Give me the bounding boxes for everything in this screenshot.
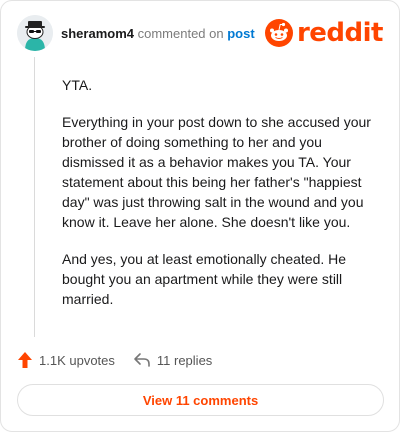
upvote-count: 1.1K upvotes (39, 352, 115, 368)
thread-line (34, 57, 35, 337)
comment-actions: 1.1K upvotes 11 replies (17, 349, 230, 371)
comment-paragraph: And yes, you at least emotionally cheate… (62, 251, 347, 307)
comment-paragraph: Everything in your post down to she accu… (62, 114, 371, 230)
reddit-logo-text: reddit (296, 18, 384, 48)
byline-text: commented on (137, 26, 224, 41)
post-link[interactable]: post (227, 26, 254, 41)
username-link[interactable]: sheramom4 (61, 26, 134, 41)
reddit-logo-icon (264, 19, 293, 47)
comment-paragraph: YTA. (62, 77, 93, 93)
view-comments-button[interactable]: View 11 comments (17, 384, 384, 416)
reply-icon (133, 352, 151, 368)
avatar[interactable] (17, 15, 53, 51)
upvote-button[interactable]: 1.1K upvotes (17, 351, 115, 369)
replies-button[interactable]: 11 replies (133, 352, 212, 368)
byline: sheramom4 commented on post (61, 26, 255, 41)
reply-count: 11 replies (156, 352, 213, 368)
upvote-icon (17, 351, 33, 369)
comment-card: sheramom4 commented on post reddit YTA. … (0, 0, 400, 432)
reddit-logo[interactable]: reddit (264, 17, 384, 49)
comment-body: YTA. Everything in your post down to she… (62, 75, 382, 326)
comment-header: sheramom4 commented on post reddit (17, 15, 384, 55)
